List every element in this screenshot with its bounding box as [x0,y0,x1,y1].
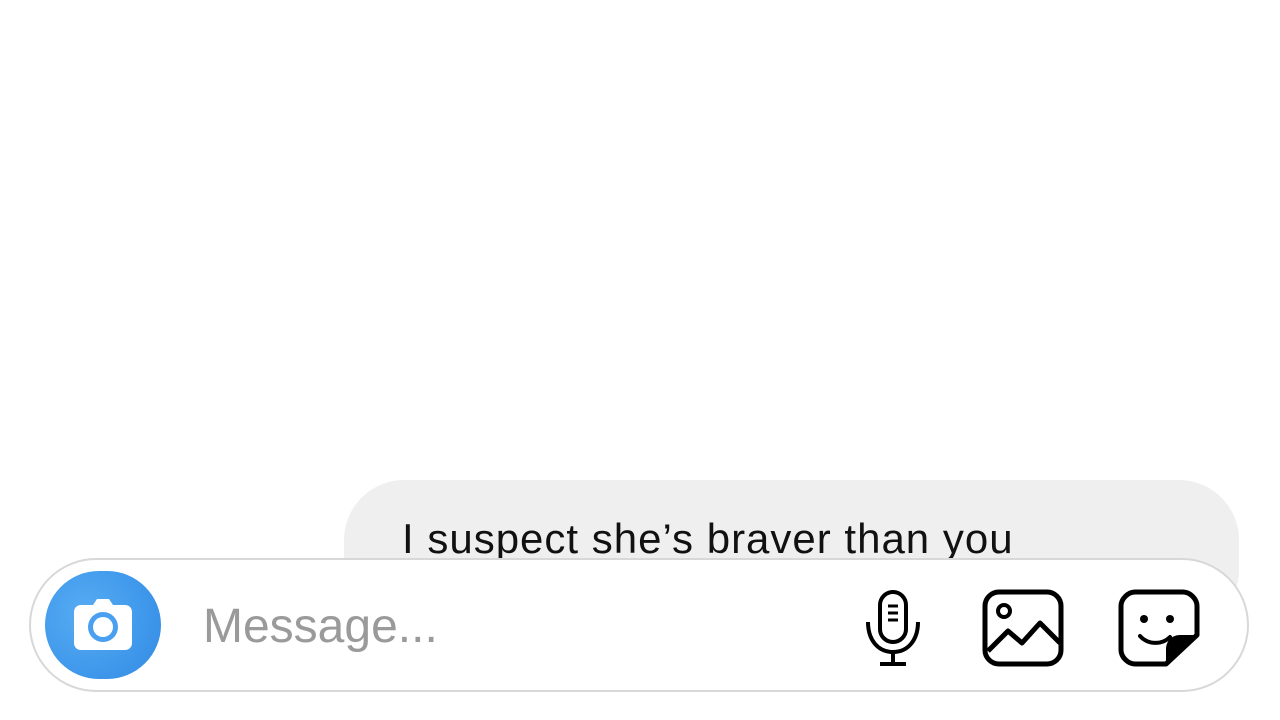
camera-icon [74,599,132,650]
bottom-area [0,700,1280,720]
message-text: I suspect she’s braver than you [402,515,1014,562]
chat-screen: I suspect she’s braver than you [0,0,1280,720]
voice-message-button[interactable] [851,586,935,670]
gallery-button[interactable] [981,586,1065,670]
message-input[interactable] [203,588,803,664]
microphone-icon [866,590,920,666]
image-icon [982,589,1064,667]
sticker-icon [1118,589,1200,667]
sticker-button[interactable] [1117,586,1201,670]
camera-button[interactable] [45,571,161,679]
message-composer [29,558,1249,692]
